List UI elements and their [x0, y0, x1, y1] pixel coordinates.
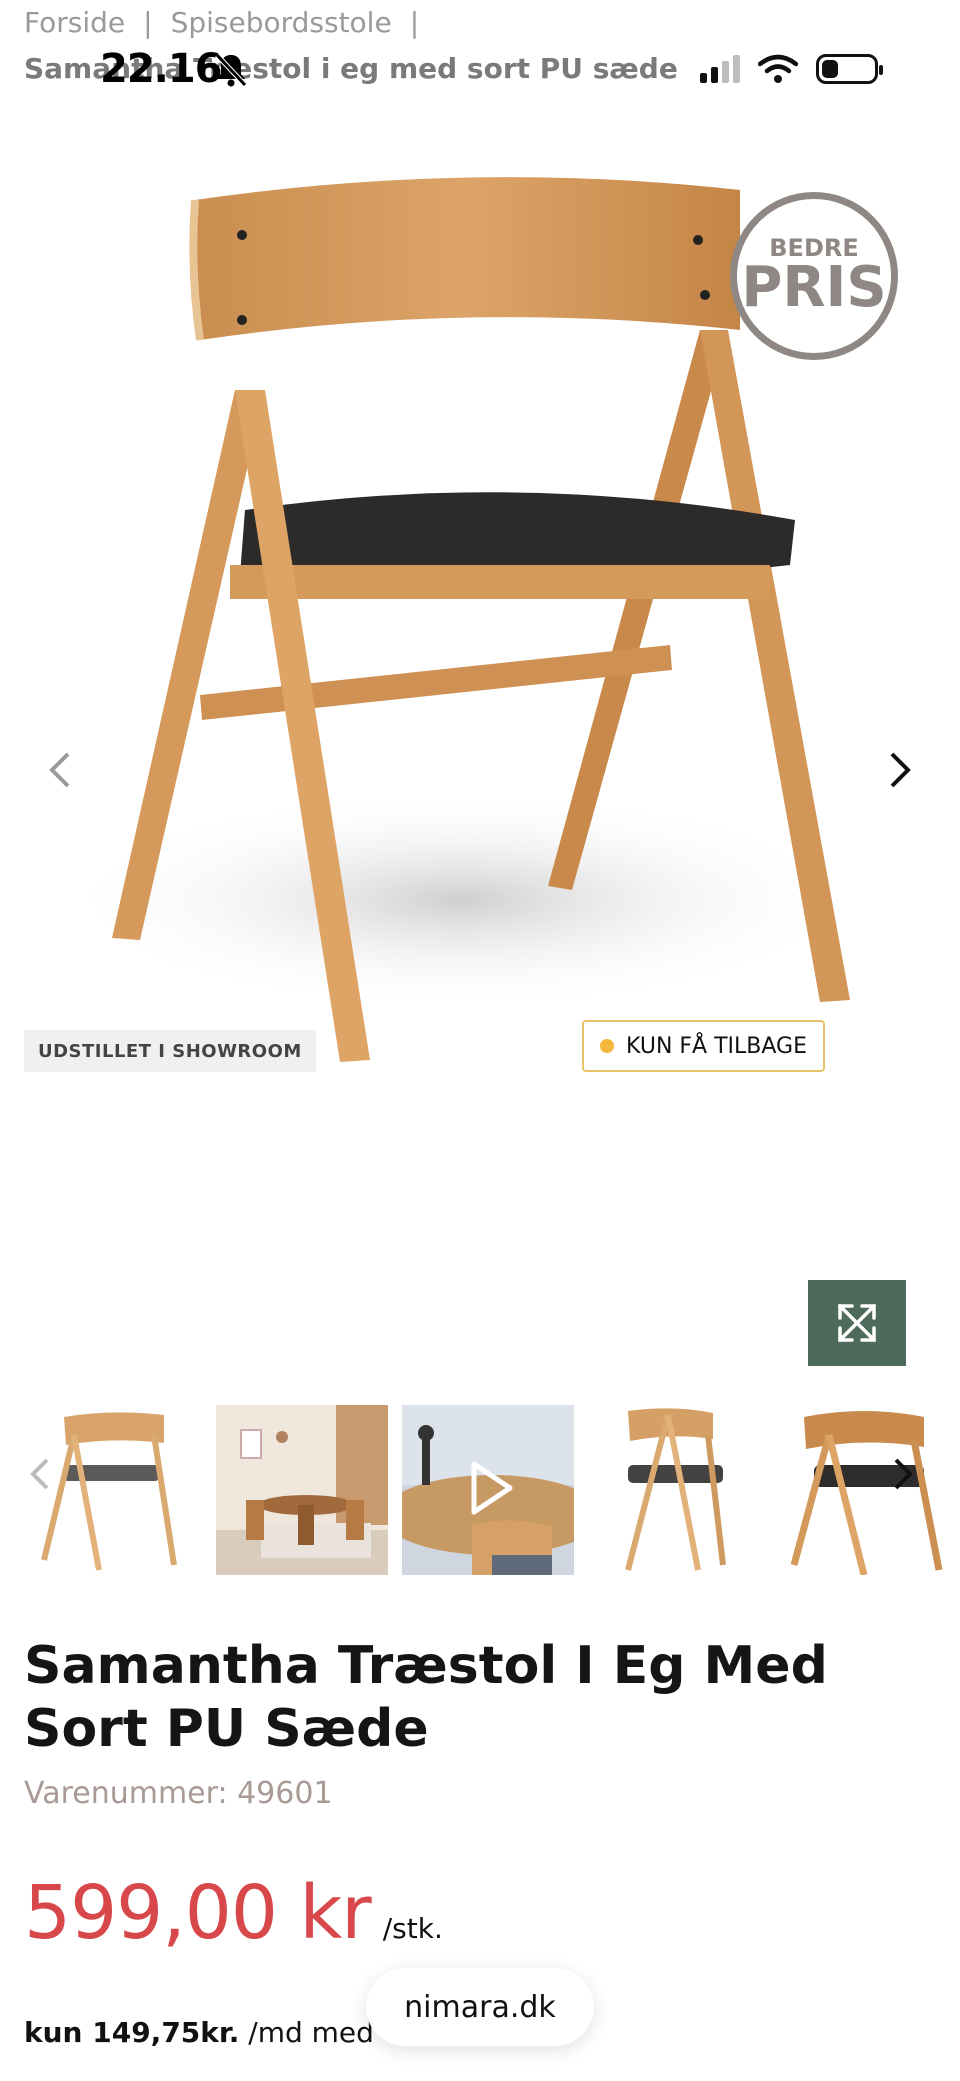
better-price-badge: BEDRE PRIS [730, 192, 898, 360]
breadcrumb: Forside | Spisebordsstole | [24, 6, 419, 39]
product-sku: Varenummer: 49601 [24, 1776, 333, 1811]
thumbnail-next-icon[interactable] [893, 1455, 913, 1501]
showroom-tag: UDSTILLET I SHOWROOM [24, 1030, 316, 1072]
thumbnail-video[interactable] [402, 1405, 574, 1575]
chevron-right-icon[interactable] [880, 740, 920, 800]
wifi-icon [758, 54, 798, 83]
battery-icon [816, 54, 883, 84]
price-row: 599,00 kr /stk. [24, 1870, 443, 1956]
breadcrumb-home[interactable]: Forside [24, 6, 125, 39]
expand-icon [838, 1304, 876, 1342]
signal-icon [700, 55, 740, 83]
thumbnail-5[interactable] [774, 1405, 946, 1575]
bell-slash-icon [215, 53, 247, 87]
thumbnail-2[interactable] [216, 1405, 388, 1575]
financing-rest: /md med [248, 2016, 374, 2049]
chevron-left-icon[interactable] [40, 740, 80, 800]
financing-text: kun 149,75kr. /md med [24, 2016, 374, 2049]
thumbnail-4[interactable] [588, 1405, 760, 1575]
product-title: Samantha Træstol I Eg Med Sort PU Sæde [24, 1636, 828, 1760]
stock-status-tag: KUN FÅ TILBAGE [582, 1020, 825, 1072]
status-time: 22.16 [100, 46, 223, 92]
status-icons [700, 54, 883, 84]
stock-status-label: KUN FÅ TILBAGE [626, 1033, 807, 1059]
stock-dot-icon [600, 1039, 614, 1053]
play-icon [471, 1461, 513, 1515]
price-unit: /stk. [382, 1912, 443, 1945]
financing-amount: kun 149,75kr. [24, 2016, 240, 2049]
badge-main-text: PRIS [741, 255, 887, 320]
thumbnail-strip [24, 1405, 946, 1575]
breadcrumb-separator: | [143, 6, 153, 39]
expand-image-button[interactable] [808, 1280, 906, 1366]
product-image-carousel[interactable]: BEDRE PRIS [0, 140, 960, 1080]
browser-url-bar[interactable]: nimara.dk [366, 1968, 594, 2046]
thumbnail-prev-icon[interactable] [30, 1455, 50, 1501]
breadcrumb-category[interactable]: Spisebordsstole [171, 6, 392, 39]
product-price: 599,00 kr [24, 1870, 372, 1956]
breadcrumb-separator: | [409, 6, 420, 39]
